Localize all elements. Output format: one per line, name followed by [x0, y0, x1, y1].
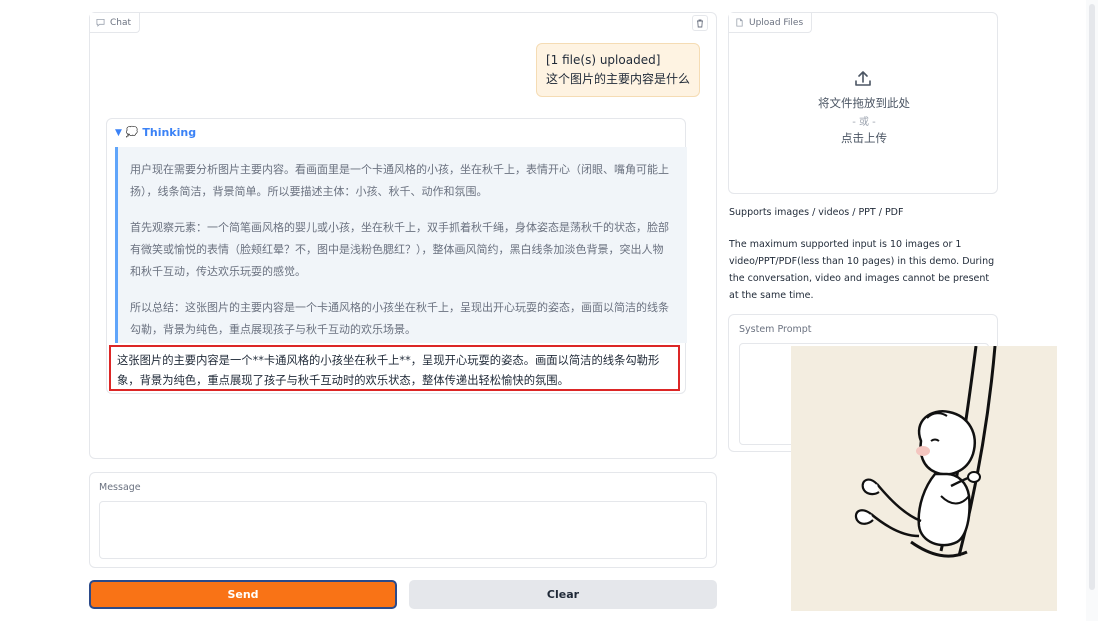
- thinking-content: 用户现在需要分析图片主要内容。看画面里是一个卡通风格的小孩，坐在秋千上，表情开心…: [115, 147, 687, 343]
- chat-tab: Chat: [90, 13, 141, 33]
- chat-tab-label: Chat: [110, 17, 132, 28]
- expand-triangle-icon: ▼: [115, 127, 122, 138]
- upload-tab: Upload Files: [729, 13, 813, 33]
- thinking-title: Thinking: [142, 126, 197, 139]
- thinking-paragraph: 首先观察元素：一个简笔画风格的婴儿或小孩，坐在秋千上，双手抓着秋千绳，身体姿态是…: [130, 221, 669, 278]
- upload-tab-label: Upload Files: [749, 17, 804, 28]
- thinking-toggle[interactable]: ▼ 💭 Thinking: [115, 126, 196, 139]
- user-message-line2: 这个图片的主要内容是什么: [545, 72, 690, 86]
- upload-or-text: - 或 -: [852, 117, 876, 128]
- thinking-paragraph: 用户现在需要分析图片主要内容。看画面里是一个卡通风格的小孩，坐在秋千上，表情开心…: [130, 163, 669, 198]
- message-input[interactable]: [99, 501, 707, 559]
- upload-icon: [855, 71, 871, 86]
- message-label: Message: [99, 482, 141, 493]
- message-panel: Message: [89, 472, 717, 568]
- assistant-message: ▼ 💭 Thinking 用户现在需要分析图片主要内容。看画面里是一个卡通风格的…: [106, 118, 687, 394]
- chat-panel: Chat [1 file(s) uploaded] 这个图片的主要内容是什么 ▼…: [89, 12, 717, 459]
- info-text: The maximum supported input is 10 images…: [729, 239, 995, 301]
- send-button[interactable]: Send: [89, 580, 397, 609]
- chat-icon: [96, 18, 105, 27]
- supports-text: Supports images / videos / PPT / PDF: [729, 207, 904, 218]
- upload-click-text[interactable]: 点击上传: [729, 130, 999, 146]
- answer-text: 这张图片的主要内容是一个**卡通风格的小孩坐在秋千上**，呈现开心玩耍的姿态。画…: [109, 345, 680, 391]
- thought-bubble-icon: 💭: [125, 127, 139, 138]
- system-prompt-label: System Prompt: [739, 324, 812, 335]
- child-on-swing-illustration: [854, 346, 997, 558]
- trash-icon: [697, 19, 703, 28]
- upload-drop-text: 将文件拖放到此处: [818, 96, 910, 110]
- user-message-line1: [1 file(s) uploaded]: [545, 53, 661, 67]
- user-message-bubble: [1 file(s) uploaded] 这个图片的主要内容是什么: [535, 43, 700, 97]
- clear-button[interactable]: Clear: [409, 580, 717, 609]
- upload-dropzone[interactable]: Upload Files 将文件拖放到此处 - 或 - 点击上传: [728, 12, 998, 194]
- clear-chat-button[interactable]: [692, 15, 708, 31]
- file-icon: [736, 18, 743, 27]
- uploaded-image-preview: [791, 346, 1057, 611]
- thinking-paragraph: 所以总结：这张图片的主要内容是一个卡通风格的小孩坐在秋千上，呈现出开心玩耍的姿态…: [130, 301, 669, 336]
- page-scrollbar-thumb[interactable]: [1089, 4, 1095, 590]
